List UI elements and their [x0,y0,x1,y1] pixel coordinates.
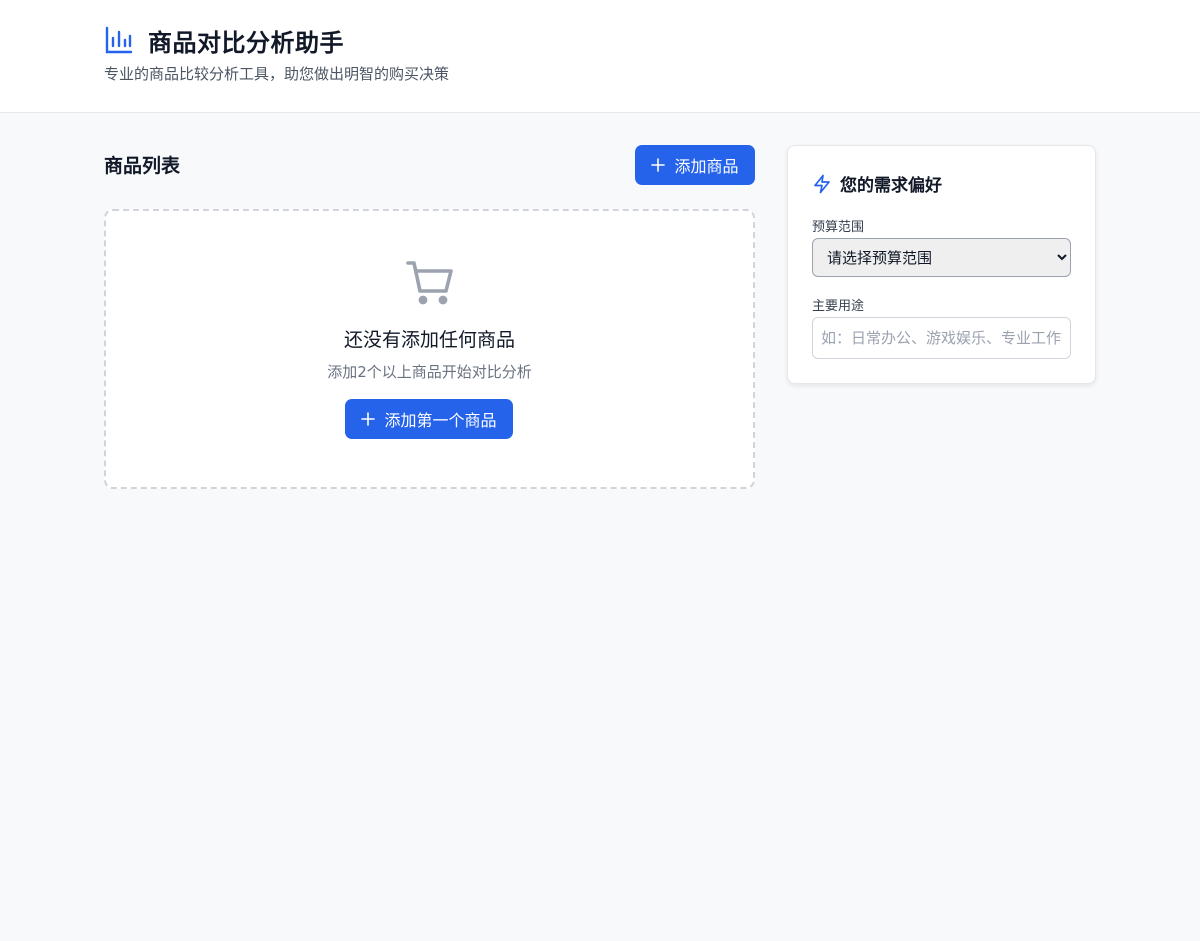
budget-label: 预算范围 [812,220,865,235]
app-title: 商品对比分析助手 [148,28,344,57]
add-product-label: 添加商品 [674,157,739,176]
plus-icon [651,158,666,172]
app-header: 商品对比分析助手 专业的商品比较分析工具，助您做出明智的购买决策 [0,0,1200,113]
main-content: 商品列表 添加商品 还没有添加任何商品 添加2个以上商品开始对比分析 添加第一个… [0,113,1200,941]
add-first-product-button[interactable]: 添加第一个商品 [345,399,513,439]
empty-product-list: 还没有添加任何商品 添加2个以上商品开始对比分析 添加第一个商品 [104,209,755,489]
lightning-bolt-icon [812,174,832,194]
app-subtitle: 专业的商品比较分析工具，助您做出明智的购买决策 [104,65,450,83]
add-first-product-label: 添加第一个商品 [384,411,497,430]
empty-state-description: 添加2个以上商品开始对比分析 [327,363,532,381]
empty-state-title: 还没有添加任何商品 [343,329,515,351]
preferences-title: 您的需求偏好 [840,176,942,196]
shopping-cart-icon [406,259,454,307]
header-content: 商品对比分析助手 专业的商品比较分析工具，助您做出明智的购买决策 [104,22,449,84]
usage-label: 主要用途 [812,299,865,314]
bar-chart-icon [104,25,134,55]
preferences-panel: 您的需求偏好 预算范围 请选择预算范围 主要用途 [787,145,1096,384]
product-list-title: 商品列表 [104,155,181,177]
preferences-header: 您的需求偏好 [812,171,942,196]
title-row: 商品对比分析助手 [104,22,449,58]
budget-select[interactable]: 请选择预算范围 [812,238,1071,277]
add-product-button[interactable]: 添加商品 [635,145,755,185]
plus-icon [361,412,376,426]
usage-input[interactable] [812,317,1071,359]
